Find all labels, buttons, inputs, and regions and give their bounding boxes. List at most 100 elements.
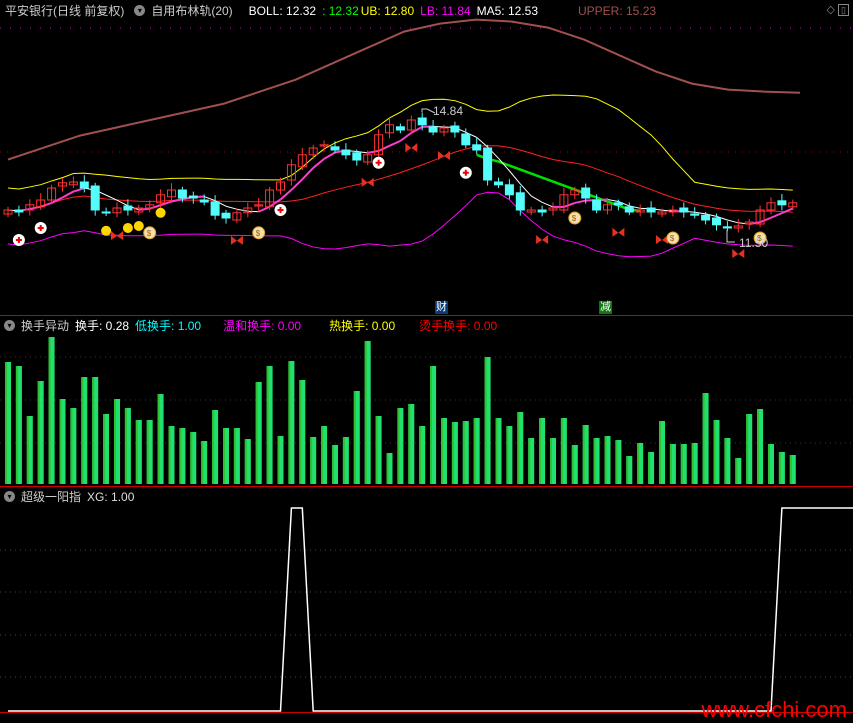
candle-body xyxy=(723,227,731,228)
volume-bar-shade xyxy=(16,366,18,484)
ma5-segment xyxy=(161,202,172,206)
ma5-segment xyxy=(390,141,401,146)
volume-bar-shade xyxy=(38,381,40,484)
candle-body xyxy=(516,193,524,210)
gold-dot-icon xyxy=(134,221,144,231)
volume-bar-shade xyxy=(201,441,203,484)
volume-bar-shade xyxy=(125,408,127,484)
volume-bar-shade xyxy=(605,436,607,484)
volume-bar-shade xyxy=(27,416,29,484)
volume-bar-shade xyxy=(321,426,323,484)
candle-body xyxy=(342,150,350,155)
volume-bar-shade xyxy=(714,420,716,484)
candle-body xyxy=(91,186,99,210)
ma5-segment xyxy=(281,190,292,200)
candle-body xyxy=(538,210,546,212)
volume-bar-shade xyxy=(506,426,508,484)
butterfly-icon xyxy=(536,235,548,244)
volume-bar-shade xyxy=(572,445,574,484)
indicator-dropdown-icon[interactable]: ▾ xyxy=(134,5,145,16)
candle-body xyxy=(102,212,110,213)
ma5-segment xyxy=(727,220,738,223)
main-chart-header: 平安银行(日线 前复权) ▾ 自用布林轨(20) BOLL: 12.32 : 1… xyxy=(0,2,853,19)
panel-divider xyxy=(0,315,853,316)
volume-bar-shade xyxy=(60,399,62,484)
volume-bar-shade xyxy=(441,418,443,484)
volume-panel-title[interactable]: 换手异动 xyxy=(21,317,69,334)
candle-body xyxy=(396,127,404,130)
ma5-segment xyxy=(531,196,542,202)
gold-dot-icon xyxy=(123,223,133,233)
volume-bar-shade xyxy=(528,438,530,484)
ub-value: UB: 12.80 xyxy=(361,4,414,18)
volume-bar-shade xyxy=(735,458,737,484)
volume-bar-shade xyxy=(768,444,770,484)
ma5-segment xyxy=(542,202,553,207)
indicator-name[interactable]: 自用布林轨(20) xyxy=(151,2,232,19)
mid-value: : 12.32 xyxy=(322,4,359,18)
money-bag-icon: $ xyxy=(572,214,577,223)
ma5-segment xyxy=(139,209,150,210)
candle-body xyxy=(124,206,132,210)
candle-body xyxy=(353,153,361,160)
ma5-segment xyxy=(368,151,379,153)
candle-body xyxy=(429,127,437,132)
ma5-segment xyxy=(302,168,313,179)
volume-bar-shade xyxy=(703,393,705,484)
candle-body xyxy=(80,182,88,188)
xg-panel-title[interactable]: 超级一阳指 xyxy=(21,488,81,505)
upper-value: UPPER: 15.23 xyxy=(578,4,656,18)
ma5-segment xyxy=(172,199,183,201)
candle-body xyxy=(222,213,230,218)
volume-bar-shade xyxy=(278,436,280,484)
finance-tag[interactable]: 财 xyxy=(435,301,448,314)
ma5-segment xyxy=(313,159,324,168)
volume-bar-shade xyxy=(594,438,596,484)
ma5-segment xyxy=(291,179,302,190)
candle-body xyxy=(200,200,208,202)
volume-bar-shade xyxy=(474,418,476,484)
ma5-segment xyxy=(226,206,237,209)
candle-body xyxy=(647,208,655,212)
xg-value: XG: 1.00 xyxy=(87,490,134,504)
gold-dot-icon xyxy=(156,208,166,218)
butterfly-icon xyxy=(231,236,243,245)
volume-bar-shade xyxy=(332,445,334,484)
high-price-label: 14.84 xyxy=(432,105,464,118)
volume-bar-shade xyxy=(136,420,138,484)
volume-bar-shade xyxy=(561,418,563,484)
reduce-tag[interactable]: 减 xyxy=(599,301,612,314)
candle-body xyxy=(593,200,601,210)
volume-bar-shade xyxy=(397,408,399,484)
volume-bar-shade xyxy=(746,414,748,484)
collapse-icon[interactable]: ▾ xyxy=(4,491,15,502)
chart-canvas[interactable]: $$$$$ xyxy=(0,0,853,719)
stock-title[interactable]: 平安银行(日线 前复权) xyxy=(5,2,124,19)
burn-turnover-value: 烫手换手: 0.00 xyxy=(419,317,497,334)
diamond-icon[interactable]: ◇ xyxy=(827,4,835,16)
ma5-segment xyxy=(248,211,259,212)
volume-bar-shade xyxy=(452,422,454,484)
volume-bar-shade xyxy=(626,456,628,484)
ma5-segment xyxy=(324,152,335,158)
volume-bar-shade xyxy=(179,428,181,484)
candle-body xyxy=(680,208,688,212)
collapse-icon[interactable]: ▾ xyxy=(4,320,15,331)
candle-body xyxy=(625,207,633,212)
volume-bar-shade xyxy=(387,453,389,484)
mild-turnover-value: 温和换手: 0.00 xyxy=(223,317,301,334)
candle-body xyxy=(713,218,721,225)
panel-toggle-icon[interactable]: ▯ xyxy=(838,4,849,16)
volume-bar-shade xyxy=(245,439,247,484)
candle-body xyxy=(451,126,459,132)
butterfly-icon xyxy=(612,228,624,237)
volume-bar-shade xyxy=(5,362,7,484)
candle-body xyxy=(505,185,513,195)
ma5-segment xyxy=(400,133,411,141)
turnover-value: 换手: 0.28 xyxy=(75,317,129,334)
hot-turnover-value: 热换手: 0.00 xyxy=(329,317,395,334)
volume-bar-shade xyxy=(354,391,356,484)
window-controls: ◇ ▯ xyxy=(827,3,849,16)
volume-bar-shade xyxy=(147,420,149,484)
watermark: www.cfchi.com xyxy=(702,697,847,723)
